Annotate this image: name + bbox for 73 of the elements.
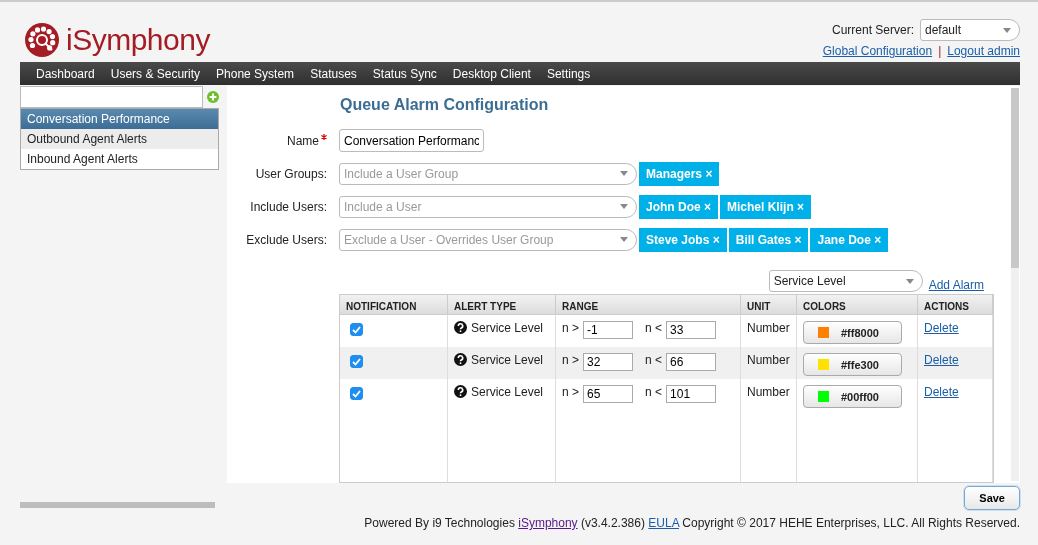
caret-icon: [620, 237, 628, 242]
delete-link[interactable]: Delete: [924, 385, 959, 399]
alert-type-text: Service Level: [471, 353, 544, 367]
caret-icon: [620, 204, 628, 209]
column-header: COLORS: [797, 295, 918, 315]
nav-item[interactable]: Phone System: [208, 66, 303, 81]
nav-item[interactable]: Dashboard: [28, 66, 103, 81]
page-title: Queue Alarm Configuration: [340, 96, 550, 114]
server-select[interactable]: default: [920, 19, 1020, 41]
scrollbar[interactable]: [1011, 88, 1019, 481]
column-header: NOTIFICATION: [340, 295, 448, 315]
caret-icon: [1003, 27, 1011, 33]
sidebar-item[interactable]: Conversation Performance: [21, 109, 218, 129]
column-header: RANGE: [556, 295, 741, 315]
column-header: ALERT TYPE: [448, 295, 556, 315]
color-button[interactable]: #ffe300: [803, 353, 902, 376]
nav-item[interactable]: Statuses: [302, 66, 365, 81]
caret-icon: [620, 171, 628, 176]
logout-link[interactable]: Logout admin: [947, 44, 1020, 58]
scrollbar[interactable]: [20, 502, 215, 508]
nav-item[interactable]: Settings: [538, 66, 599, 81]
notification-checkbox[interactable]: [350, 323, 363, 336]
caret-icon: [905, 278, 914, 284]
field-label: Name: [227, 133, 327, 148]
range-prefix: n >: [562, 321, 579, 335]
range-prefix: n <: [645, 321, 663, 335]
notification-checkbox[interactable]: [350, 355, 363, 368]
alert-type-select[interactable]: Service Level: [768, 270, 923, 292]
save-button[interactable]: Save: [964, 486, 1020, 510]
field-label: User Groups:: [254, 166, 327, 181]
help-icon[interactable]: [454, 321, 467, 334]
min-field[interactable]: 65: [583, 385, 633, 403]
nav-item[interactable]: Users & Security: [102, 66, 209, 81]
column-header: UNIT: [741, 295, 797, 315]
min-field[interactable]: -1: [583, 321, 633, 339]
max-field[interactable]: 33: [666, 321, 717, 339]
range-prefix: n >: [562, 353, 579, 367]
add-icon[interactable]: [207, 90, 219, 104]
global-configuration-link[interactable]: Global Configuration: [822, 44, 933, 58]
min-field[interactable]: 32: [583, 353, 633, 371]
color-button[interactable]: #00ff00: [803, 385, 902, 408]
alert-type-text: Service Level: [471, 385, 544, 399]
help-icon[interactable]: [454, 385, 467, 398]
notification-checkbox[interactable]: [350, 387, 363, 400]
nav-item[interactable]: Status Sync: [364, 66, 445, 81]
rotary-phone-logo-icon: [24, 22, 60, 58]
unit-text: Number: [747, 385, 790, 399]
add-alarm-link[interactable]: Add Alarm: [928, 278, 984, 292]
unit-text: Number: [747, 353, 790, 367]
field-label: Exclude Users:: [245, 232, 327, 247]
color-button[interactable]: #ff8000: [803, 321, 902, 344]
name-field[interactable]: Conversation Performanc: [339, 129, 484, 152]
footer-text: Powered By i9 Technologies iSymphony (v3.4.2.386) EULA Copyright © 2017 HEHE Enterprises, LLC. All Rights Reserved.: [364, 516, 1020, 530]
search-field[interactable]: [20, 86, 203, 108]
link-separator: |: [938, 44, 942, 58]
column-header: ACTIONS: [918, 295, 993, 315]
sidebar-item[interactable]: Outbound Agent Alerts: [21, 129, 218, 149]
nav-item[interactable]: Desktop Client: [444, 66, 539, 81]
field-label: Include Users:: [249, 199, 327, 214]
help-icon[interactable]: [454, 353, 467, 366]
delete-link[interactable]: Delete: [924, 321, 959, 335]
footer-link[interactable]: EULA: [648, 516, 679, 530]
server-label: Current Server:: [831, 23, 914, 37]
range-prefix: n >: [562, 385, 579, 399]
unit-text: Number: [747, 321, 790, 335]
range-prefix: n <: [645, 385, 663, 399]
range-prefix: n <: [645, 353, 663, 367]
max-field[interactable]: 101: [666, 385, 717, 403]
footer-link[interactable]: iSymphony: [518, 516, 578, 530]
required-icon: [321, 133, 327, 140]
alert-type-text: Service Level: [471, 321, 544, 335]
max-field[interactable]: 66: [666, 353, 717, 371]
logo-text: iSymphony: [66, 23, 210, 57]
